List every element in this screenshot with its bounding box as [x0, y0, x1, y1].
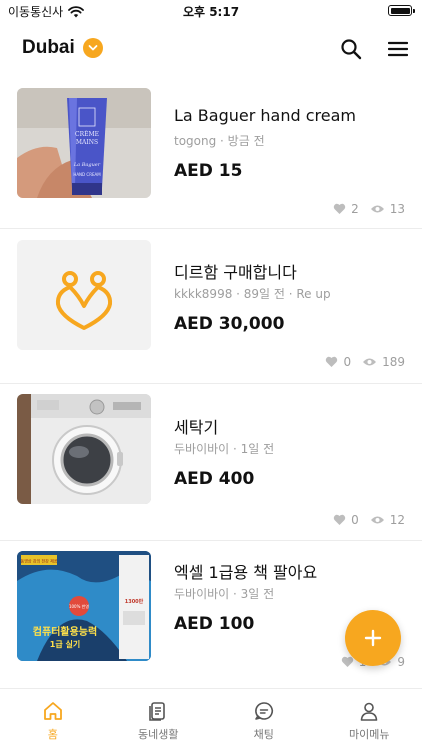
eye-icon: [370, 516, 384, 524]
listing-title: 디르함 구매합니다: [174, 263, 297, 282]
listing-meta: 두바이바이 · 1일 전: [174, 442, 275, 456]
view-count: 13: [389, 202, 405, 216]
thumb-text-5: 1300만: [125, 598, 144, 605]
location-selector[interactable]: Dubai: [22, 37, 103, 59]
eye-icon: [363, 358, 377, 366]
listing-title: La Baguer hand cream: [174, 106, 356, 125]
tab-my-menu[interactable]: 마이메뉴: [317, 689, 422, 750]
search-icon[interactable]: [340, 38, 362, 60]
chevron-down-icon: [82, 38, 103, 58]
like-count: 0: [351, 513, 359, 527]
listing-price: AED 100: [174, 614, 255, 634]
app-header: Dubai: [0, 30, 422, 70]
listing-title: 세탁기: [174, 418, 219, 437]
tab-label: 홈: [47, 728, 58, 741]
person-icon: [360, 702, 378, 721]
view-count: 12: [389, 513, 405, 527]
plus-icon: [364, 629, 382, 647]
like-count: 2: [351, 202, 359, 216]
thumb-text-1: 동영상 강의 전강 제공: [21, 558, 58, 564]
listing-stats: 0 12: [333, 513, 405, 527]
washing-machine-photo: [17, 394, 151, 504]
listing-price: AED 400: [174, 469, 255, 489]
listing-item[interactable]: CRÈME MAINS La Baguer HAND CREAM La Bagu…: [0, 76, 422, 228]
hamburger-menu-icon[interactable]: [388, 40, 408, 58]
tab-home[interactable]: 홈: [0, 689, 106, 750]
listing-title: 엑셀 1급용 책 팔아요: [174, 563, 318, 582]
tab-chat[interactable]: 채팅: [211, 689, 317, 750]
listing-thumbnail: [17, 394, 151, 504]
listing-thumbnail: CRÈME MAINS La Baguer HAND CREAM: [17, 88, 151, 198]
like-count: 0: [343, 355, 352, 369]
status-time: 오후 5:17: [182, 5, 240, 19]
listing-item[interactable]: 세탁기 두바이바이 · 1일 전 AED 400 0 12: [0, 383, 422, 540]
placeholder-logo: [17, 240, 151, 350]
thumb-text-2: 컴퓨터활용능력: [33, 625, 97, 638]
tab-label: 채팅: [253, 728, 274, 741]
listing-thumbnail: 동영상 강의 전강 제공 컴퓨터활용능력 1급 실기 100% 반영 1300만: [17, 551, 151, 661]
community-icon: [149, 702, 166, 721]
thumb-text-2: MAINS: [76, 139, 98, 146]
thumb-text-4: HAND CREAM: [73, 172, 101, 177]
listing-item[interactable]: 디르함 구매합니다 kkkk8998 · 89일 전 · Re up AED 3…: [0, 228, 422, 383]
battery-icon: [388, 5, 415, 16]
heart-icon: [341, 656, 353, 667]
view-count: 9: [397, 655, 405, 669]
bottom-tab-bar: 홈 동네생활 채팅 마이메뉴: [0, 688, 422, 750]
home-icon: [43, 702, 62, 720]
tab-label: 마이메뉴: [349, 728, 390, 741]
listing-price: AED 15: [174, 161, 243, 181]
heart-icon: [326, 356, 338, 367]
listing-meta: 두바이바이 · 3일 전: [174, 587, 275, 601]
eye-icon: [370, 205, 384, 213]
heart-icon: [333, 514, 346, 525]
book-cover-photo: 동영상 강의 전강 제공 컴퓨터활용능력 1급 실기 100% 반영 1300만: [17, 551, 151, 661]
listing-thumbnail: [17, 240, 151, 350]
listing-price: AED 30,000: [174, 314, 285, 334]
listing-stats: 0 189: [325, 355, 405, 369]
location-name: Dubai: [22, 37, 75, 58]
thumb-text-4: 100% 반영: [69, 603, 89, 609]
hand-cream-photo: CRÈME MAINS La Baguer HAND CREAM: [17, 88, 151, 198]
add-listing-button[interactable]: [345, 610, 401, 666]
heart-icon: [333, 203, 346, 214]
listing-feed: CRÈME MAINS La Baguer HAND CREAM La Bagu…: [0, 76, 422, 695]
view-count: 189: [382, 355, 405, 369]
tab-community[interactable]: 동네생활: [106, 689, 212, 750]
thumb-text-3: La Baguer: [73, 162, 101, 168]
listing-meta: kkkk8998 · 89일 전 · Re up: [174, 287, 331, 301]
status-bar: 이동통신사 오후 5:17: [0, 0, 422, 22]
tab-label: 동네생활: [138, 728, 179, 741]
listing-meta: togong · 방금 전: [174, 134, 265, 148]
chat-icon: [254, 702, 273, 720]
thumb-text-1: CRÈME: [75, 130, 99, 138]
listing-stats: 2 13: [333, 202, 405, 216]
thumb-text-3: 1급 실기: [50, 639, 80, 649]
